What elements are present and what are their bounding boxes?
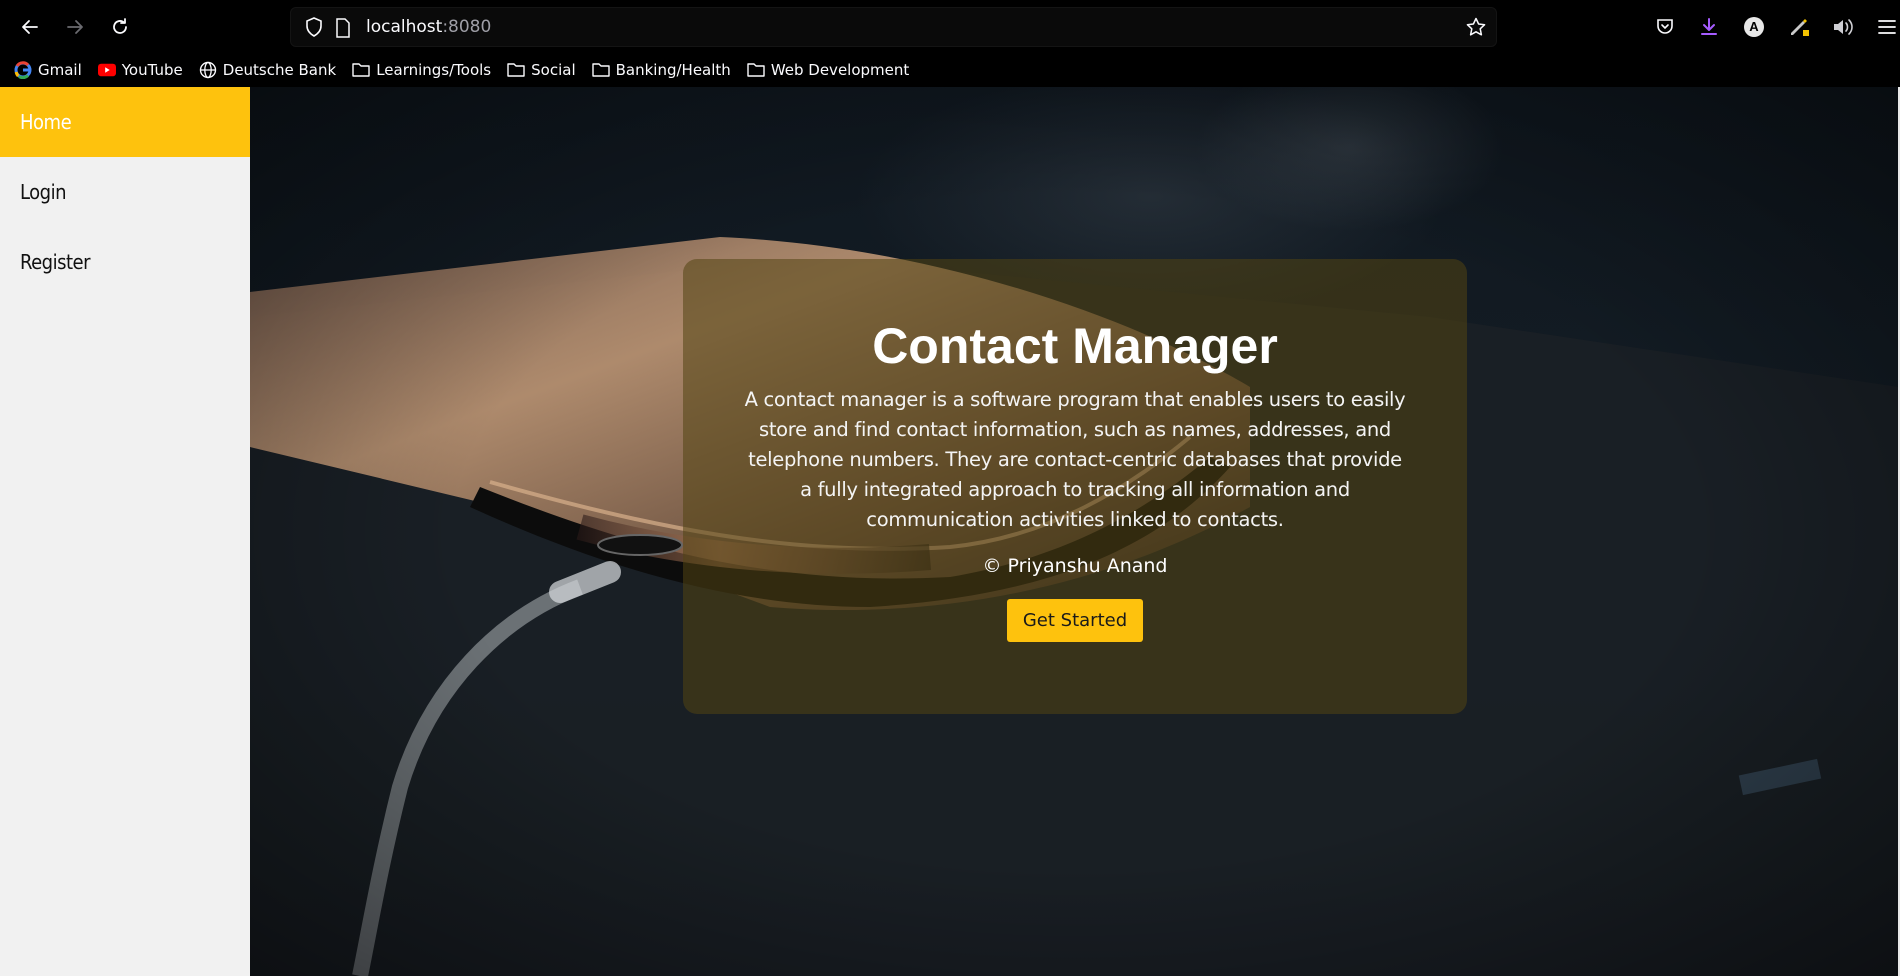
- bookmark-label: Gmail: [38, 61, 82, 79]
- bookmark-label: Banking/Health: [615, 61, 731, 79]
- sidebar: Home Login Register: [0, 87, 250, 976]
- menu-button[interactable]: [1874, 14, 1900, 40]
- hero-title: Contact Manager: [872, 318, 1278, 374]
- account-button[interactable]: A: [1741, 14, 1767, 40]
- reload-button[interactable]: [106, 13, 134, 41]
- address-bar[interactable]: localhost:8080: [290, 7, 1497, 47]
- browser-toolbar: localhost:8080 A: [0, 0, 1900, 53]
- folder-icon: [352, 61, 370, 79]
- url-port: :8080: [442, 17, 492, 37]
- hero-card: Contact Manager A contact manager is a s…: [683, 259, 1467, 714]
- bookmark-label: YouTube: [121, 61, 183, 79]
- copyright-text: © Priyanshu Anand: [982, 555, 1168, 577]
- bookmark-folder-webdev[interactable]: Web Development: [747, 61, 909, 79]
- account-avatar-icon: A: [1744, 17, 1764, 37]
- bookmark-gmail[interactable]: Gmail: [14, 61, 82, 79]
- bookmark-deutsche-bank[interactable]: Deutsche Bank: [199, 61, 336, 79]
- downloads-button[interactable]: [1696, 14, 1722, 40]
- pen-icon: [1791, 19, 1809, 36]
- audio-button[interactable]: [1830, 14, 1856, 40]
- folder-icon: [507, 61, 525, 79]
- sidebar-item-login[interactable]: Login: [0, 157, 250, 227]
- speaker-icon: [1834, 19, 1853, 35]
- reload-icon: [113, 18, 127, 34]
- bookmark-youtube[interactable]: YouTube: [97, 61, 183, 79]
- bookmark-folder-social[interactable]: Social: [507, 61, 576, 79]
- back-button[interactable]: [16, 13, 44, 41]
- google-icon: [14, 61, 32, 79]
- hamburger-icon: [1878, 20, 1896, 34]
- bookmarks-bar: Gmail YouTube Deutsche Bank Learnings/To…: [0, 53, 1900, 87]
- youtube-icon: [97, 61, 116, 79]
- forward-button[interactable]: [61, 13, 89, 41]
- bookmark-label: Web Development: [770, 61, 910, 79]
- url-host: localhost: [366, 17, 443, 37]
- download-icon: [1701, 18, 1717, 35]
- bookmark-folder-banking[interactable]: Banking/Health: [591, 61, 731, 79]
- folder-icon: [747, 61, 765, 79]
- sidebar-item-register[interactable]: Register: [0, 227, 250, 297]
- bookmark-folder-learnings[interactable]: Learnings/Tools: [352, 61, 491, 79]
- bookmark-star-icon[interactable]: [1466, 17, 1486, 37]
- page-icon: [336, 18, 350, 38]
- globe-icon: [199, 61, 217, 79]
- bookmark-label: Social: [531, 61, 576, 79]
- arrow-left-icon: [22, 20, 38, 34]
- arrow-right-icon: [67, 20, 83, 34]
- url-text[interactable]: localhost:8080: [366, 17, 491, 37]
- pocket-icon: [1657, 19, 1673, 34]
- hero-description: A contact manager is a software program …: [744, 388, 1406, 531]
- shield-icon[interactable]: [305, 17, 323, 37]
- bookmark-label: Learnings/Tools: [376, 61, 492, 79]
- get-started-button[interactable]: Get Started: [1006, 599, 1144, 642]
- hero-section: Contact Manager A contact manager is a s…: [250, 87, 1898, 976]
- sidebar-item-home[interactable]: Home: [0, 87, 250, 157]
- pocket-button[interactable]: [1652, 14, 1678, 40]
- bookmark-label: Deutsche Bank: [222, 61, 337, 79]
- extension-button[interactable]: [1786, 14, 1812, 40]
- folder-icon: [591, 61, 610, 79]
